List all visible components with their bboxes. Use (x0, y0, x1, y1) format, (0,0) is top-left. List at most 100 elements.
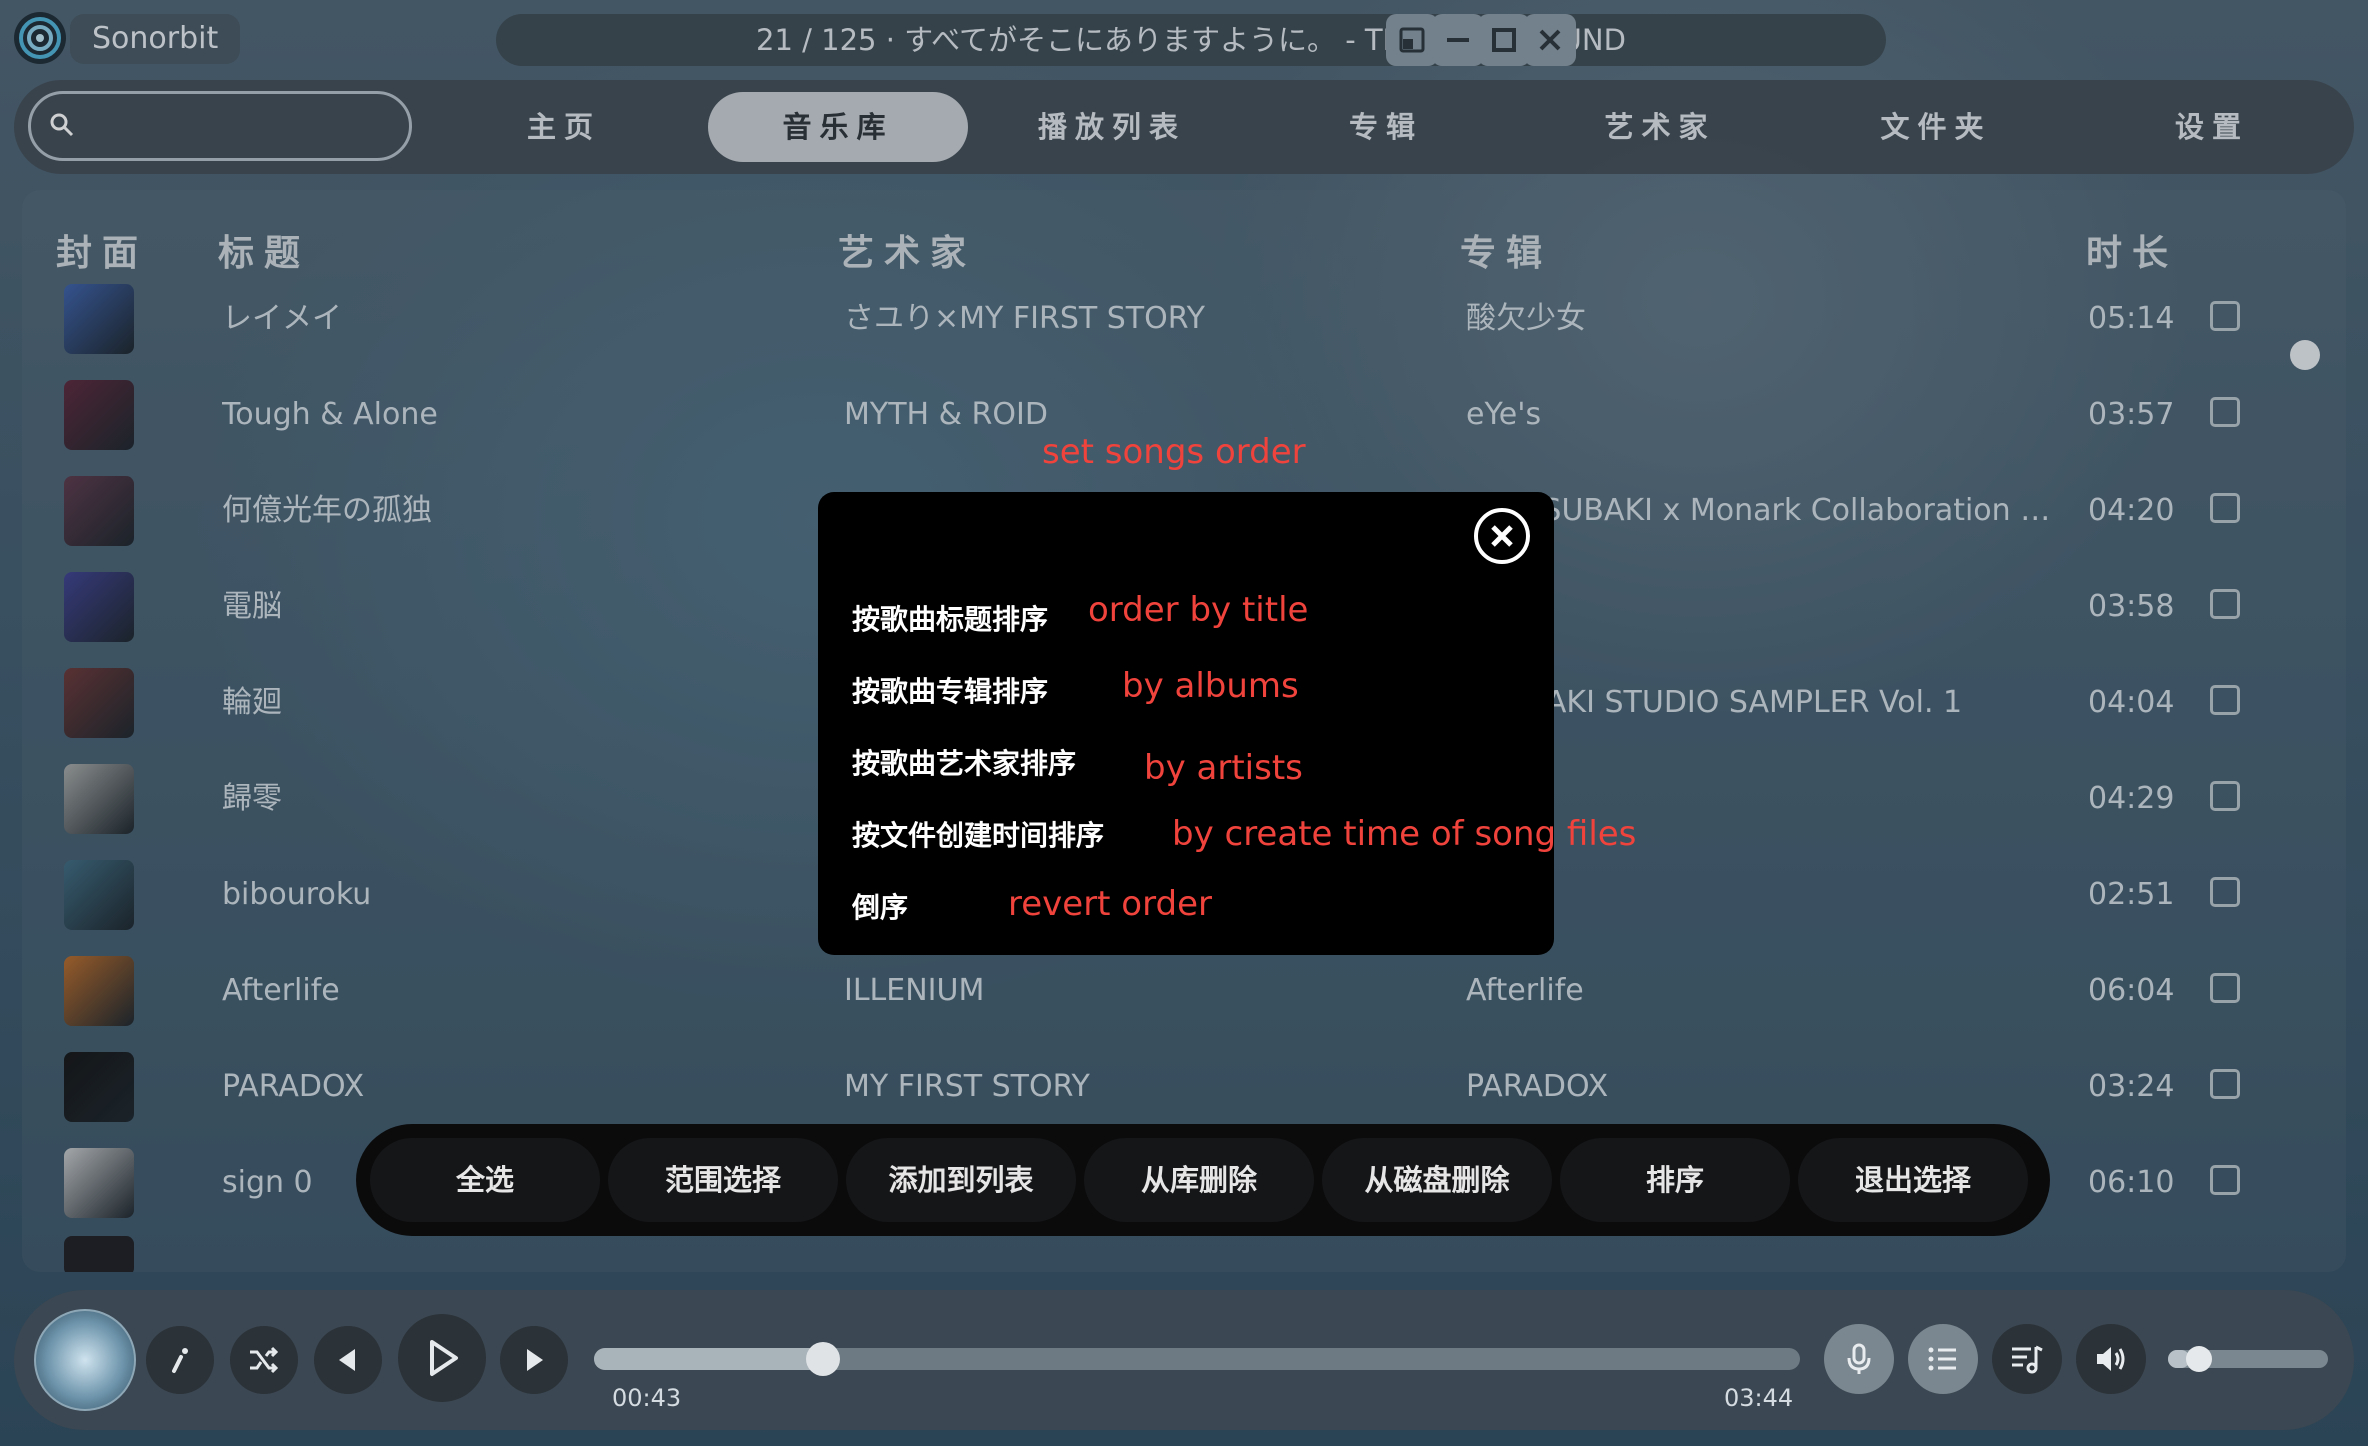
song-album: WA TSUBAKI x Monark Collaboration Albu..… (1466, 493, 2066, 528)
tab-home[interactable]: 主页 (434, 92, 694, 162)
sort-by-album[interactable]: 按歌曲专辑排序 (852, 670, 1048, 710)
row-checkbox[interactable] (2210, 397, 2240, 427)
app-name: Sonorbit (70, 14, 241, 64)
annotation-by-artists: by artists (1144, 748, 1303, 788)
tab-folders[interactable]: 文件夹 (1806, 92, 2066, 162)
previous-button[interactable] (314, 1326, 382, 1394)
cover-thumbnail (64, 572, 134, 642)
row-checkbox[interactable] (2210, 781, 2240, 811)
progress-fill (594, 1348, 823, 1370)
close-dialog-button[interactable] (1474, 508, 1530, 564)
song-duration: 04:04 (2088, 685, 2175, 720)
minimize-button[interactable] (1432, 14, 1484, 66)
volume-handle[interactable] (2186, 1346, 2212, 1372)
annotation-by-create-time: by create time of song files (1172, 814, 1637, 854)
row-checkbox[interactable] (2210, 1165, 2240, 1195)
select-all-button[interactable]: 全选 (370, 1138, 600, 1222)
song-duration: 05:14 (2088, 301, 2175, 336)
column-header-cover[interactable]: 封面 (56, 224, 148, 276)
column-header-duration[interactable]: 时长 (2086, 224, 2178, 276)
search-icon (50, 113, 74, 137)
list-icon (1928, 1347, 1956, 1371)
sort-button[interactable]: 排序 (1560, 1138, 1790, 1222)
song-album (1466, 572, 2066, 642)
song-duration: 04:29 (2088, 781, 2175, 816)
search-input[interactable] (91, 104, 395, 150)
scrollbar-thumb[interactable] (2290, 340, 2320, 370)
annotation-by-title: order by title (1088, 590, 1309, 630)
next-button[interactable] (500, 1326, 568, 1394)
song-title: Tough & Alone (222, 397, 438, 432)
add-to-playlist-button[interactable]: 添加到列表 (846, 1138, 1076, 1222)
tab-library[interactable]: 音乐库 (708, 92, 968, 162)
maximize-button[interactable] (1478, 14, 1530, 66)
cover-thumbnail (64, 764, 134, 834)
close-icon (1491, 525, 1513, 547)
column-header-artist[interactable]: 艺术家 (838, 224, 976, 276)
table-row[interactable]: レイメイ さユり×MY FIRST STORY 酸欠少女 05:14 (22, 284, 2346, 380)
delete-from-disk-button[interactable]: 从磁盘删除 (1322, 1138, 1552, 1222)
tab-settings[interactable]: 设置 (2082, 92, 2342, 162)
song-title: Afterlife (222, 973, 340, 1008)
volume-icon (2097, 1347, 2125, 1371)
song-duration: 06:04 (2088, 973, 2175, 1008)
volume-button[interactable] (2076, 1324, 2146, 1394)
song-title: 歸零 (222, 781, 282, 816)
tab-albums[interactable]: 专辑 (1256, 92, 1516, 162)
range-select-button[interactable]: 范围选择 (608, 1138, 838, 1222)
song-title: 何億光年の孤独 (222, 493, 432, 528)
mini-mode-button[interactable] (1386, 14, 1438, 66)
album-art-disc[interactable] (34, 1309, 136, 1411)
total-time: 03:44 (1724, 1384, 1794, 1412)
search-box[interactable] (28, 91, 412, 161)
annotation-set-order: set songs order (1042, 432, 1306, 472)
sort-by-title[interactable]: 按歌曲标题排序 (852, 598, 1048, 638)
cover-thumbnail (64, 380, 134, 450)
row-checkbox[interactable] (2210, 973, 2240, 1003)
progress-handle[interactable] (806, 1342, 840, 1376)
exit-selection-button[interactable]: 退出选择 (1798, 1138, 2028, 1222)
tab-playlists[interactable]: 播放列表 (982, 92, 1242, 162)
now-playing-title: 21 / 125 · すべてがそこにありますように。 - THE SPELLBO… (496, 14, 1886, 66)
song-album: Afterlife (1466, 973, 1584, 1008)
row-checkbox[interactable] (2210, 301, 2240, 331)
previous-icon (339, 1349, 355, 1371)
row-checkbox[interactable] (2210, 685, 2240, 715)
table-row[interactable]: Afterlife ILLENIUM Afterlife 06:04 (22, 956, 2346, 1052)
microphone-button[interactable] (1824, 1324, 1894, 1394)
info-icon (172, 1348, 188, 1373)
row-checkbox[interactable] (2210, 877, 2240, 907)
row-checkbox[interactable] (2210, 589, 2240, 619)
cover-thumbnail (64, 1052, 134, 1122)
row-checkbox[interactable] (2210, 493, 2240, 523)
tab-artists[interactable]: 艺术家 (1530, 92, 1790, 162)
sort-by-create-time[interactable]: 按文件创建时间排序 (852, 814, 1104, 854)
song-title: 輪廻 (222, 685, 282, 720)
column-header-title[interactable]: 标题 (218, 224, 310, 276)
queue-button[interactable] (1908, 1324, 1978, 1394)
song-album: 酸欠少女 (1466, 301, 1586, 336)
remove-from-library-button[interactable]: 从库删除 (1084, 1138, 1314, 1222)
song-duration: 03:58 (2088, 589, 2175, 624)
cover-thumbnail (64, 476, 134, 546)
next-icon (527, 1349, 543, 1371)
song-duration: 06:10 (2088, 1165, 2175, 1200)
sort-by-artist[interactable]: 按歌曲艺术家排序 (852, 742, 1076, 782)
play-button[interactable] (398, 1314, 486, 1402)
song-artist: ILLENIUM (844, 973, 985, 1008)
close-window-button[interactable] (1524, 14, 1576, 66)
song-album (1466, 860, 2066, 930)
shuffle-button[interactable] (230, 1326, 298, 1394)
song-album: TSUBAKI STUDIO SAMPLER Vol. 1 (1466, 685, 1963, 720)
lyrics-info-button[interactable] (146, 1326, 214, 1394)
play-icon (430, 1340, 458, 1376)
sort-reverse[interactable]: 倒序 (852, 886, 908, 926)
cover-thumbnail (64, 1236, 134, 1272)
cover-thumbnail (64, 956, 134, 1026)
playlist-mode-button[interactable] (1992, 1324, 2062, 1394)
row-checkbox[interactable] (2210, 1069, 2240, 1099)
playlist-icon (2012, 1345, 2043, 1374)
column-header-album[interactable]: 专辑 (1460, 224, 1552, 276)
elapsed-time: 00:43 (612, 1384, 682, 1412)
cover-thumbnail (64, 1148, 134, 1218)
